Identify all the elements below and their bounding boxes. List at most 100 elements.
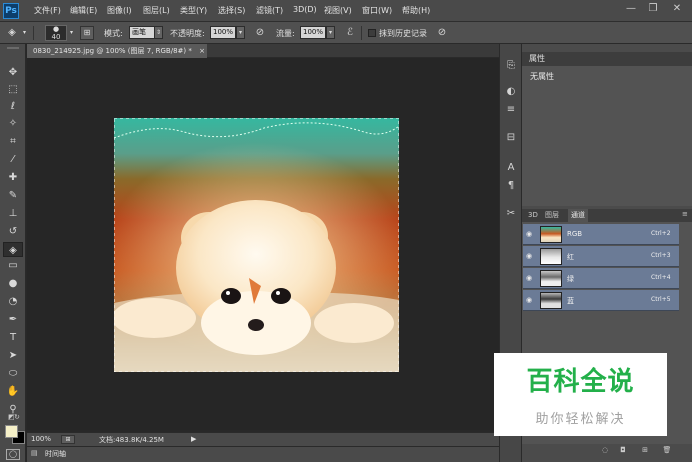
flow-input[interactable]: 100% (300, 26, 326, 39)
properties-panel-header: 属性 (522, 52, 692, 66)
menu-filter[interactable]: 滤镜(T) (256, 5, 283, 16)
visibility-eye-icon[interactable]: ◉ (526, 296, 535, 305)
paragraph-panel-icon[interactable]: ¶ (503, 178, 519, 194)
separator (33, 26, 34, 40)
move-tool-icon[interactable]: ✥ (3, 65, 23, 80)
channel-name: 红 (567, 253, 574, 261)
opacity-label: 不透明度: (170, 29, 205, 38)
history-panel-icon[interactable]: ⎘ (503, 58, 519, 74)
brush-tool-icon[interactable]: ✎ (3, 188, 23, 203)
menu-file[interactable]: 文件(F) (34, 5, 61, 16)
properties-panel: 无属性 (522, 66, 692, 206)
load-selection-icon[interactable]: ◌ (600, 446, 610, 455)
preset-dropdown-icon[interactable]: ▾ (20, 27, 29, 40)
quick-mask-icon[interactable]: ◯ (6, 449, 20, 460)
type-tool-icon[interactable]: T (3, 330, 23, 345)
flow-label: 流量: (276, 29, 295, 38)
channels-panel-footer: ◌ ◘ ⊞ 🗑 (522, 444, 692, 458)
channel-shortcut: Ctrl+5 (651, 296, 671, 303)
mode-select[interactable]: 画笔 (129, 26, 155, 39)
properties-title[interactable]: 属性 (529, 54, 545, 63)
channel-shortcut: Ctrl+2 (651, 230, 671, 237)
opacity-input[interactable]: 100% (210, 26, 236, 39)
tab-3d[interactable]: 3D (525, 209, 541, 222)
document-tab-bar: 0830_214925.jpg @ 100% (图层 7, RGB/8#) * … (27, 44, 499, 58)
channel-shortcut: Ctrl+4 (651, 274, 671, 281)
menu-3d[interactable]: 3D(D) (293, 5, 317, 14)
document-tab[interactable]: 0830_214925.jpg @ 100% (图层 7, RGB/8#) * … (27, 44, 207, 58)
tab-channels[interactable]: 通道 (568, 209, 588, 222)
status-menu-arrow-icon[interactable]: ▶ (191, 435, 196, 443)
eyedropper-tool-icon[interactable]: ⁄ (3, 152, 23, 167)
erase-history-checkbox[interactable] (368, 29, 376, 37)
gradient-tool-icon[interactable]: ▭ (3, 258, 23, 273)
panel-menu-icon[interactable]: ≡ (682, 210, 688, 218)
path-selection-tool-icon[interactable]: ➤ (3, 348, 23, 363)
visibility-eye-icon[interactable]: ◉ (526, 230, 535, 239)
lasso-tool-icon[interactable]: ℓ (3, 99, 23, 114)
watermark: 百科全说 助你轻松解决 (494, 353, 667, 436)
menu-window[interactable]: 窗口(W) (362, 5, 392, 16)
save-selection-icon[interactable]: ◘ (618, 446, 628, 455)
crop-tool-icon[interactable]: ⌗ (3, 134, 23, 149)
channel-name: 绿 (567, 275, 574, 283)
close-tab-icon[interactable]: × (199, 47, 205, 55)
puppy-photo (114, 118, 399, 372)
visibility-eye-icon[interactable]: ◉ (526, 274, 535, 283)
clone-stamp-tool-icon[interactable]: ⊥ (3, 206, 23, 221)
opacity-dropdown-icon[interactable]: ▾ (236, 26, 245, 39)
channel-name: RGB (567, 230, 583, 238)
pen-tool-icon[interactable]: ✒ (3, 312, 23, 327)
eraser-tool-icon[interactable]: ◈ (3, 242, 23, 257)
flow-dropdown-icon[interactable]: ▾ (326, 26, 335, 39)
channel-shortcut: Ctrl+3 (651, 252, 671, 259)
document-image[interactable] (114, 118, 399, 372)
zoom-level[interactable]: 100% (31, 435, 51, 443)
adjustments-panel-icon[interactable]: ◐ (503, 84, 519, 100)
brush-panel-icon[interactable]: ⊞ (80, 26, 94, 40)
menu-image[interactable]: 图像(I) (107, 5, 132, 16)
tool-presets-panel-icon[interactable]: ✂ (503, 206, 519, 222)
channel-row[interactable]: ◉ RGB Ctrl+2 (523, 224, 679, 245)
menu-layer[interactable]: 图层(L) (143, 5, 170, 16)
status-export-icon[interactable]: ⊞ (61, 435, 75, 444)
channel-thumbnail (540, 248, 562, 265)
healing-brush-tool-icon[interactable]: ✚ (3, 170, 23, 185)
menu-select[interactable]: 选择(S) (218, 5, 245, 16)
menu-edit[interactable]: 编辑(E) (70, 5, 97, 16)
delete-channel-icon[interactable]: 🗑 (662, 446, 672, 455)
brush-size-picker[interactable]: ● 40 (45, 25, 67, 41)
channel-name: 蓝 (567, 297, 574, 305)
channel-row[interactable]: ◉ 绿 Ctrl+4 (523, 268, 679, 289)
clone-source-panel-icon[interactable]: ⊟ (503, 130, 519, 146)
restore-icon[interactable]: ❐ (644, 2, 662, 16)
new-channel-icon[interactable]: ⊞ (640, 446, 650, 455)
history-brush-tool-icon[interactable]: ↺ (3, 224, 23, 239)
pressure-size-icon[interactable]: ⊘ (434, 25, 450, 41)
minimize-icon[interactable]: — (622, 2, 640, 16)
foreground-color-swatch[interactable] (5, 425, 18, 438)
tab-layers[interactable]: 图层 (542, 209, 562, 222)
character-panel-icon[interactable]: A (503, 160, 519, 176)
marquee-tool-icon[interactable]: ⬚ (3, 82, 23, 97)
menu-type[interactable]: 类型(Y) (180, 5, 207, 16)
timeline-label[interactable]: 时间轴 (45, 449, 66, 459)
menu-help[interactable]: 帮助(H) (402, 5, 430, 16)
pressure-opacity-icon[interactable]: ⊘ (252, 25, 268, 41)
channel-row[interactable]: ◉ 红 Ctrl+3 (523, 246, 679, 267)
close-icon[interactable]: ✕ (668, 2, 686, 16)
channel-row[interactable]: ◉ 蓝 Ctrl+5 (523, 290, 679, 311)
shape-tool-icon[interactable]: ⬭ (3, 366, 23, 381)
airbrush-icon[interactable]: ℰ (342, 25, 358, 41)
eraser-preset-icon[interactable]: ◈ (4, 25, 20, 41)
swap-colors-icon[interactable]: ↻ (14, 413, 20, 421)
hand-tool-icon[interactable]: ✋ (3, 384, 23, 399)
visibility-eye-icon[interactable]: ◉ (526, 252, 535, 261)
mode-dropdown-icon[interactable]: ⇕ (154, 26, 163, 39)
brush-dropdown-icon[interactable]: ▾ (67, 27, 76, 40)
magic-wand-tool-icon[interactable]: ✧ (3, 116, 23, 131)
blur-tool-icon[interactable]: ● (3, 276, 23, 291)
properties-panel-icon[interactable]: ≡ (503, 102, 519, 118)
menu-view[interactable]: 视图(V) (324, 5, 352, 16)
dodge-tool-icon[interactable]: ◔ (3, 294, 23, 309)
